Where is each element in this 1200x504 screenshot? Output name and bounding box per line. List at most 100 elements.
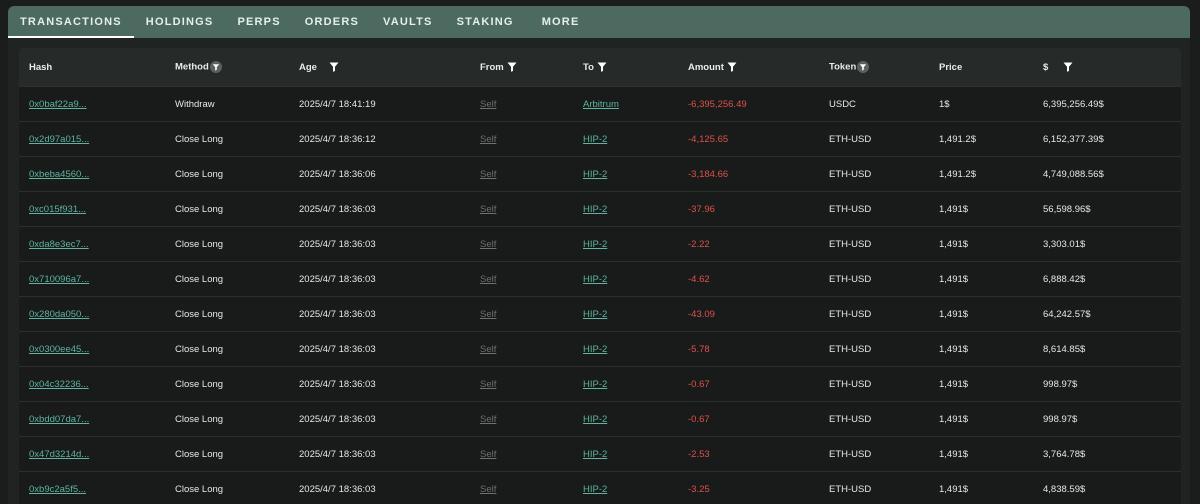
token-td: ETH-USD <box>829 401 939 437</box>
tab-staking[interactable]: STAKING <box>445 6 526 38</box>
from-link[interactable]: Self <box>480 484 496 495</box>
hash-link[interactable]: 0x0300ee45... <box>29 344 89 355</box>
age-cell: 2025/4/7 18:36:03 <box>299 413 376 425</box>
token-td: ETH-USD <box>829 191 939 227</box>
to-link[interactable]: HIP-2 <box>583 239 607 250</box>
from-link[interactable]: Self <box>480 414 496 425</box>
hash-link[interactable]: 0x710096a7... <box>29 274 89 285</box>
to-link[interactable]: HIP-2 <box>583 344 607 355</box>
usd-value-cell: 3,764.78$ <box>1043 448 1086 460</box>
to-link[interactable]: HIP-2 <box>583 204 607 215</box>
amount-td: -3,184.66 <box>688 156 829 192</box>
price-td: 1,491$ <box>939 261 1043 297</box>
to-link[interactable]: HIP-2 <box>583 484 607 495</box>
price-td: 1,491.2$ <box>939 156 1043 192</box>
filter-circle-icon[interactable] <box>857 61 870 73</box>
column-label: Method <box>175 61 209 73</box>
to-link[interactable]: HIP-2 <box>583 414 607 425</box>
price-cell: 1,491$ <box>939 343 969 355</box>
age-td: 2025/4/7 18:36:03 <box>299 261 480 297</box>
app-frame: TRANSACTIONS HOLDINGS PERPS ORDERS VAULT… <box>8 6 1190 504</box>
token-td: ETH-USD <box>829 436 939 472</box>
tab-transactions[interactable]: TRANSACTIONS <box>8 6 134 38</box>
price-td: 1,491$ <box>939 471 1043 504</box>
to-link[interactable]: HIP-2 <box>583 449 607 460</box>
to-td: HIP-2 <box>583 191 688 227</box>
tab-perps[interactable]: PERPS <box>225 6 292 38</box>
from-link[interactable]: Self <box>480 344 496 355</box>
hash-link[interactable]: 0x2d97a015... <box>29 134 89 145</box>
from-td: Self <box>480 156 583 192</box>
to-link[interactable]: Arbitrum <box>583 99 619 110</box>
token-td: USDC <box>829 86 939 122</box>
tab-holdings[interactable]: HOLDINGS <box>134 6 226 38</box>
from-link[interactable]: Self <box>480 274 496 285</box>
tab-more[interactable]: MORE <box>530 6 592 38</box>
method-cell: Close Long <box>175 378 224 390</box>
usd-td: 6,152,377.39$ <box>1043 121 1181 157</box>
amount-cell: -4,125.65 <box>688 133 729 145</box>
hash-link[interactable]: 0xc015f931... <box>29 204 86 215</box>
age-td: 2025/4/7 18:36:03 <box>299 436 480 472</box>
amount-td: -43.09 <box>688 296 829 332</box>
price-td: 1,491$ <box>939 191 1043 227</box>
from-link[interactable]: Self <box>480 309 496 320</box>
to-link[interactable]: HIP-2 <box>583 309 607 320</box>
method-td: Close Long <box>175 191 299 227</box>
from-link[interactable]: Self <box>480 169 496 180</box>
tab-orders[interactable]: ORDERS <box>293 6 371 38</box>
to-link[interactable]: HIP-2 <box>583 169 607 180</box>
hash-link[interactable]: 0x47d3214d... <box>29 449 89 460</box>
method-td: Close Long <box>175 401 299 437</box>
hash-link[interactable]: 0x0baf22a9... <box>29 99 87 110</box>
amount-cell: -3.25 <box>688 483 710 495</box>
from-link[interactable]: Self <box>480 134 496 145</box>
from-link[interactable]: Self <box>480 379 496 390</box>
to-link[interactable]: HIP-2 <box>583 274 607 285</box>
token-cell: ETH-USD <box>829 413 872 425</box>
usd-td: 8,614.85$ <box>1043 331 1181 367</box>
filter-icon[interactable] <box>1063 62 1073 72</box>
hash-link[interactable]: 0xbdd07da7... <box>29 414 89 425</box>
token-cell: ETH-USD <box>829 483 872 495</box>
filter-circle-icon[interactable] <box>209 61 222 73</box>
hash-link[interactable]: 0xda8e3ec7... <box>29 239 89 250</box>
usd-value-cell: 64,242.57$ <box>1043 308 1091 320</box>
column-header-from: From <box>480 48 583 87</box>
tab-vaults[interactable]: VAULTS <box>371 6 445 38</box>
hash-td: 0x47d3214d... <box>19 436 175 472</box>
from-link[interactable]: Self <box>480 239 496 250</box>
price-cell: 1,491$ <box>939 483 969 495</box>
hash-link[interactable]: 0x280da050... <box>29 309 89 320</box>
price-cell: 1,491.2$ <box>939 168 976 180</box>
amount-td: -0.67 <box>688 401 829 437</box>
method-cell: Close Long <box>175 448 224 460</box>
price-cell: 1,491.2$ <box>939 133 976 145</box>
token-cell: ETH-USD <box>829 378 872 390</box>
from-link[interactable]: Self <box>480 204 496 215</box>
from-link[interactable]: Self <box>480 99 496 110</box>
price-cell: 1,491$ <box>939 308 969 320</box>
table-row: 0xbdd07da7... Close Long 2025/4/7 18:36:03… <box>19 401 1181 437</box>
to-link[interactable]: HIP-2 <box>583 379 607 390</box>
hash-td: 0xbdd07da7... <box>19 401 175 437</box>
price-td: 1,491$ <box>939 436 1043 472</box>
amount-td: -6,395,256.49 <box>688 86 829 122</box>
price-td: 1,491$ <box>939 366 1043 402</box>
hash-link[interactable]: 0xb9c2a5f5... <box>29 484 86 495</box>
filter-icon[interactable] <box>727 62 737 72</box>
to-td: HIP-2 <box>583 121 688 157</box>
from-link[interactable]: Self <box>480 449 496 460</box>
method-td: Close Long <box>175 261 299 297</box>
filter-icon[interactable] <box>507 62 517 72</box>
hash-td: 0x04c32236... <box>19 366 175 402</box>
column-label: Hash <box>29 61 53 73</box>
age-cell: 2025/4/7 18:36:03 <box>299 238 376 250</box>
age-cell: 2025/4/7 18:36:03 <box>299 343 376 355</box>
hash-link[interactable]: 0xbeba4560... <box>29 169 89 180</box>
filter-icon[interactable] <box>597 62 607 72</box>
to-link[interactable]: HIP-2 <box>583 134 607 145</box>
table-row: 0xda8e3ec7... Close Long 2025/4/7 18:36:03… <box>19 226 1181 262</box>
filter-icon[interactable] <box>329 62 339 72</box>
hash-link[interactable]: 0x04c32236... <box>29 379 89 390</box>
